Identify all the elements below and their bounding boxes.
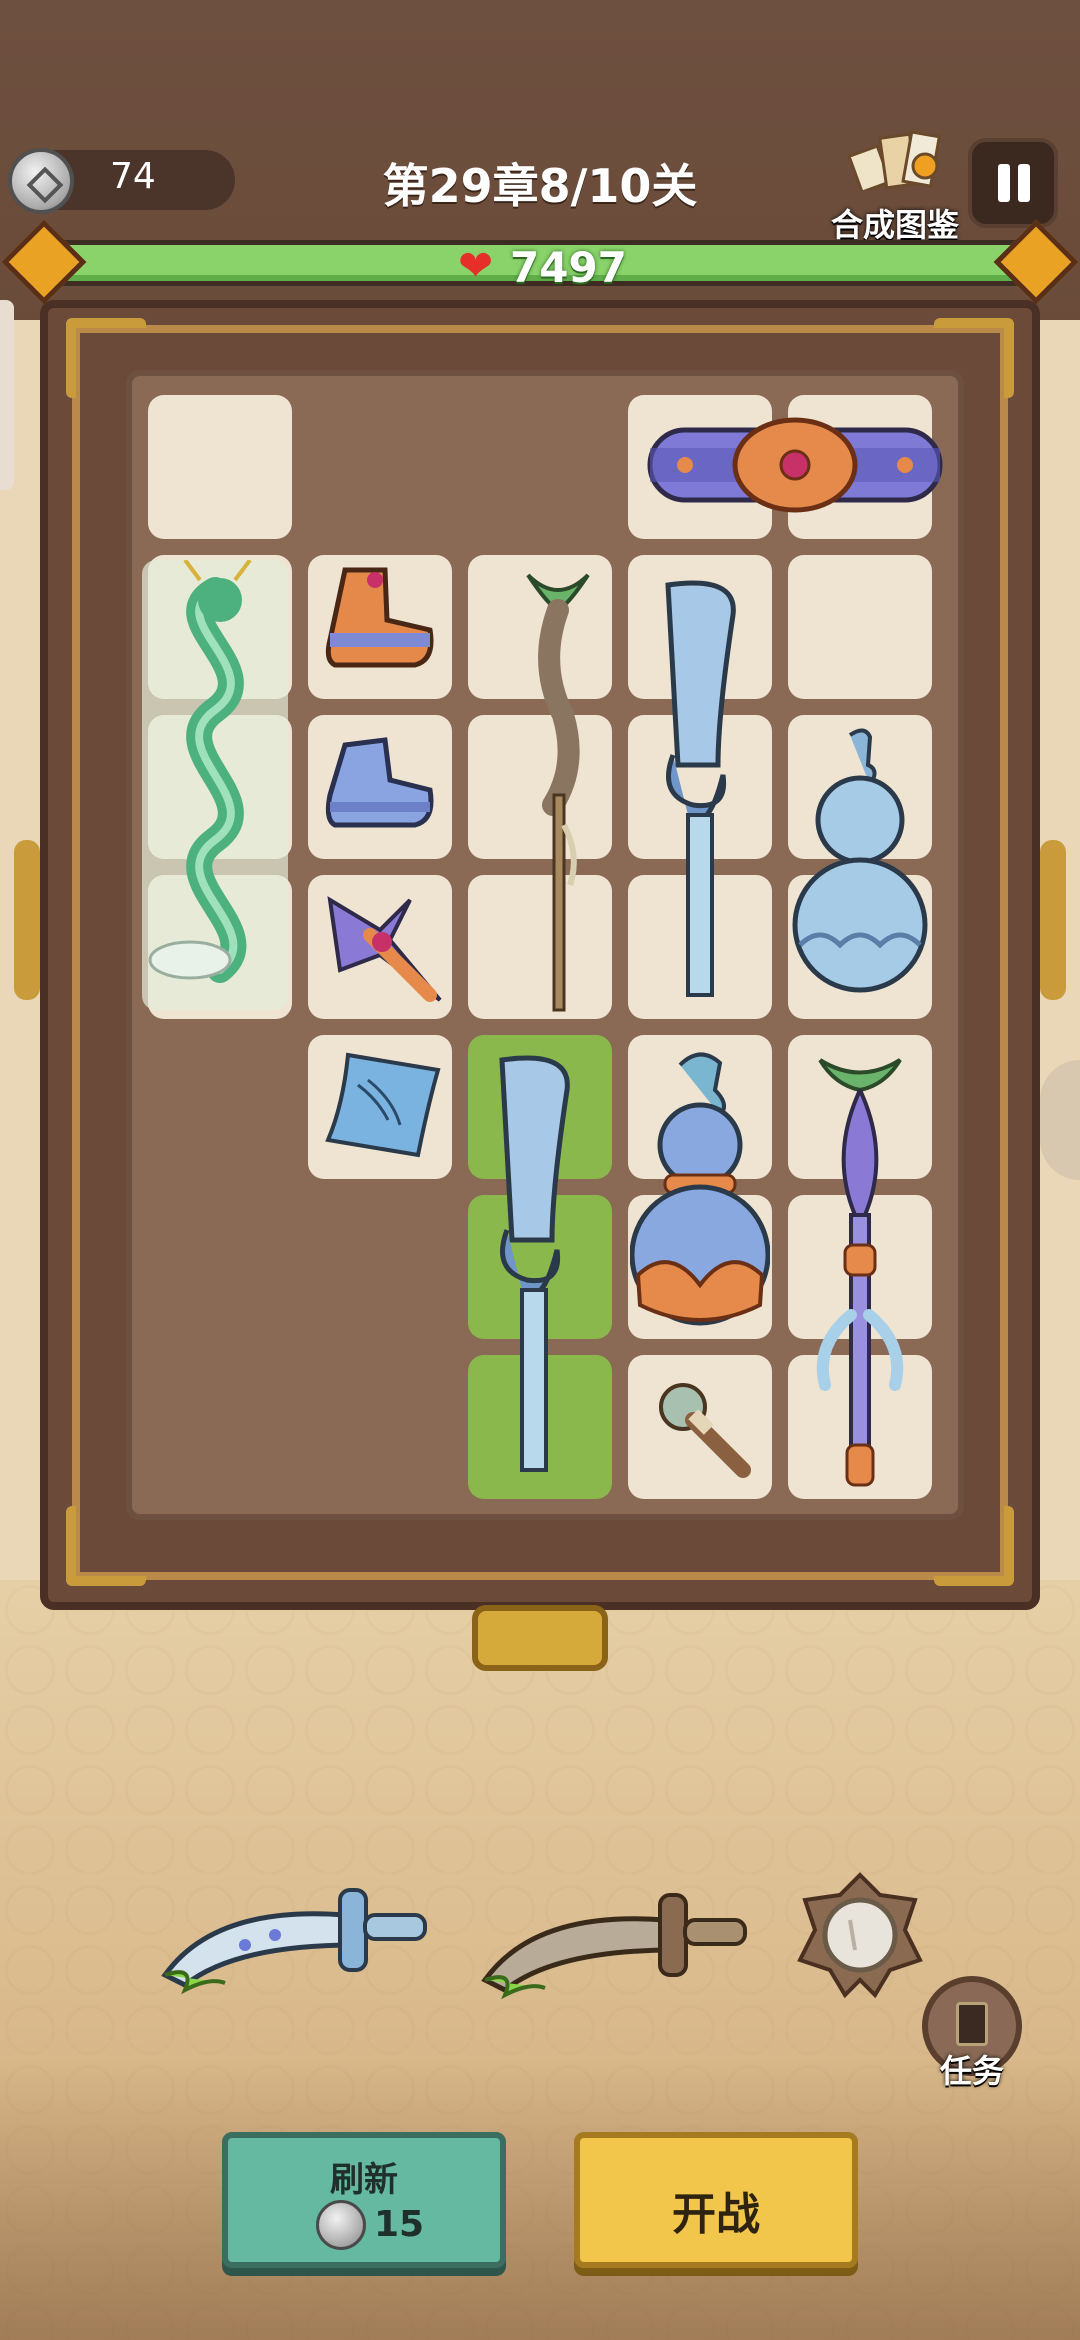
right-edge-tab[interactable]: [1040, 1060, 1080, 1180]
torch-item[interactable]: [648, 1375, 758, 1485]
scroll-talisman-item[interactable]: [318, 1045, 448, 1165]
bottom-shade: [0, 2060, 1080, 2340]
coin-count: 74: [110, 156, 156, 197]
start-battle-button[interactable]: 开战: [574, 2132, 858, 2268]
belt-item[interactable]: [645, 400, 945, 530]
mirror-icon[interactable]: [795, 1870, 925, 2000]
left-hinge: [14, 840, 40, 1000]
bronze-sword-icon[interactable]: [475, 1870, 765, 2000]
book-stack-icon: [847, 130, 942, 190]
jade-sword-icon[interactable]: [155, 1865, 445, 1995]
task-label: 任务: [939, 2052, 1004, 2090]
refresh-label: 刷新: [330, 2160, 398, 2200]
brush-spear-item[interactable]: [508, 565, 608, 1015]
right-hinge: [1040, 840, 1066, 1000]
pause-button[interactable]: [968, 138, 1058, 228]
coin-icon: [316, 2200, 366, 2250]
guandao-selected-item[interactable]: [482, 1050, 582, 1480]
blue-gourd-item[interactable]: [790, 725, 930, 1005]
board-cell[interactable]: [788, 555, 932, 699]
lotus-dart-item[interactable]: [310, 880, 450, 1010]
level-title: 第29章8/10关: [382, 159, 698, 213]
task-button[interactable]: 任务: [922, 1976, 1022, 2090]
orange-boots-item[interactable]: [315, 560, 445, 680]
book-icon: [956, 2002, 988, 2046]
coin-icon: [8, 148, 74, 214]
board-latch: [472, 1605, 608, 1671]
blue-boots-item[interactable]: [315, 725, 445, 835]
codex-button[interactable]: 合成图鉴: [820, 125, 970, 244]
refresh-button[interactable]: 刷新 15: [222, 2132, 506, 2268]
start-battle-label: 开战: [672, 2189, 760, 2240]
ornate-staff-item[interactable]: [805, 1045, 915, 1495]
board-cell[interactable]: [148, 395, 292, 539]
refresh-cost: 15: [374, 2204, 425, 2245]
dragon-item[interactable]: [140, 560, 290, 1010]
cloud-gourd-item[interactable]: [630, 1045, 770, 1335]
heart-icon: ❤: [458, 241, 494, 290]
left-edge-tab[interactable]: [0, 300, 14, 490]
hp-value: 7497: [510, 243, 627, 292]
guandao-item[interactable]: [648, 575, 748, 1005]
